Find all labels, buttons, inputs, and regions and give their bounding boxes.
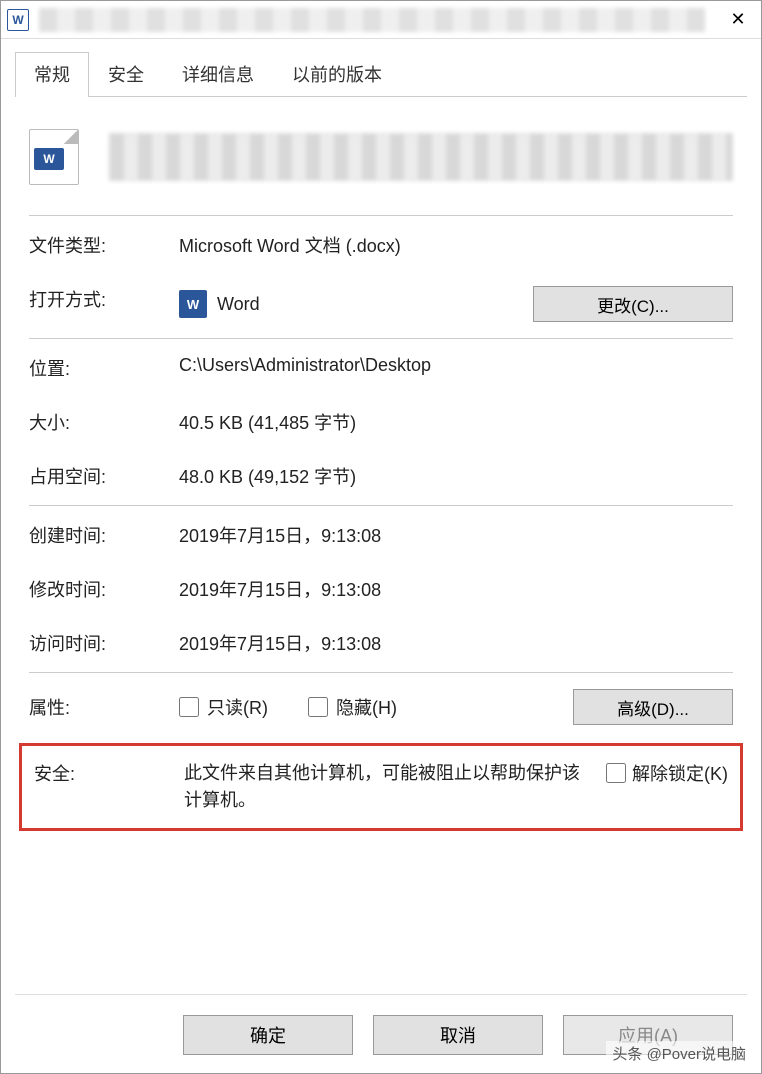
client-area: 常规 安全 详细信息 以前的版本 W 文件类型: Microsoft Word … bbox=[1, 39, 761, 1073]
accessed-value: 2019年7月15日，9:13:08 bbox=[179, 630, 733, 656]
open-with-label: 打开方式: bbox=[29, 286, 179, 312]
filename-field-redacted[interactable] bbox=[109, 133, 733, 181]
cancel-button[interactable]: 取消 bbox=[373, 1015, 543, 1055]
file-header-row: W bbox=[29, 115, 733, 213]
location-row: 位置: C:\Users\Administrator\Desktop bbox=[29, 341, 733, 395]
readonly-checkbox-input[interactable] bbox=[179, 697, 199, 717]
document-icon: W bbox=[29, 129, 79, 185]
file-type-value: Microsoft Word 文档 (.docx) bbox=[179, 232, 733, 258]
unblock-checkbox[interactable]: 解除锁定(K) bbox=[606, 760, 728, 786]
security-highlight-box: 安全: 此文件来自其他计算机，可能被阻止以帮助保护该计算机。 解除锁定(K) bbox=[19, 743, 743, 831]
security-message: 此文件来自其他计算机，可能被阻止以帮助保护该计算机。 bbox=[184, 760, 606, 814]
advanced-button[interactable]: 高级(D)... bbox=[573, 689, 733, 725]
divider bbox=[29, 215, 733, 216]
divider bbox=[29, 505, 733, 506]
ok-button[interactable]: 确定 bbox=[183, 1015, 353, 1055]
hidden-checkbox-input[interactable] bbox=[308, 697, 328, 717]
disk-size-value: 48.0 KB (49,152 字节) bbox=[179, 463, 733, 489]
tab-security[interactable]: 安全 bbox=[89, 52, 163, 97]
tab-details[interactable]: 详细信息 bbox=[163, 52, 273, 97]
location-label: 位置: bbox=[29, 355, 179, 381]
modified-row: 修改时间: 2019年7月15日，9:13:08 bbox=[29, 562, 733, 616]
accessed-row: 访问时间: 2019年7月15日，9:13:08 bbox=[29, 616, 733, 670]
tab-general[interactable]: 常规 bbox=[15, 52, 89, 97]
attributes-row: 属性: 只读(R) 隐藏(H) 高级(D)... bbox=[29, 675, 733, 739]
accessed-label: 访问时间: bbox=[29, 630, 179, 656]
file-type-row: 文件类型: Microsoft Word 文档 (.docx) bbox=[29, 218, 733, 272]
disk-size-label: 占用空间: bbox=[29, 463, 179, 489]
hidden-checkbox[interactable]: 隐藏(H) bbox=[308, 694, 397, 720]
disk-size-row: 占用空间: 48.0 KB (49,152 字节) bbox=[29, 449, 733, 503]
attributes-label: 属性: bbox=[29, 694, 179, 720]
divider bbox=[29, 672, 733, 673]
size-row: 大小: 40.5 KB (41,485 字节) bbox=[29, 395, 733, 449]
close-button[interactable]: ✕ bbox=[715, 1, 761, 38]
watermark-text: 头条 @Pover说电脑 bbox=[606, 1041, 752, 1066]
size-value: 40.5 KB (41,485 字节) bbox=[179, 409, 733, 435]
created-label: 创建时间: bbox=[29, 522, 179, 548]
word-badge-icon: W bbox=[34, 148, 64, 170]
properties-dialog: W ✕ 常规 安全 详细信息 以前的版本 W 文件类型: Microsoft W… bbox=[0, 0, 762, 1074]
tab-previous-versions[interactable]: 以前的版本 bbox=[273, 52, 401, 97]
tab-strip: 常规 安全 详细信息 以前的版本 bbox=[15, 51, 747, 97]
location-value: C:\Users\Administrator\Desktop bbox=[179, 355, 733, 376]
security-label: 安全: bbox=[34, 760, 184, 786]
title-text-redacted bbox=[39, 8, 705, 32]
readonly-checkbox-label: 只读(R) bbox=[207, 694, 268, 720]
open-with-row: 打开方式: W Word 更改(C)... bbox=[29, 272, 733, 336]
general-panel: W 文件类型: Microsoft Word 文档 (.docx) 打开方式: … bbox=[15, 97, 747, 994]
open-with-value: Word bbox=[217, 294, 260, 315]
modified-value: 2019年7月15日，9:13:08 bbox=[179, 576, 733, 602]
size-label: 大小: bbox=[29, 409, 179, 435]
word-app-icon: W bbox=[179, 290, 207, 318]
change-button[interactable]: 更改(C)... bbox=[533, 286, 733, 322]
created-row: 创建时间: 2019年7月15日，9:13:08 bbox=[29, 508, 733, 562]
modified-label: 修改时间: bbox=[29, 576, 179, 602]
titlebar: W ✕ bbox=[1, 1, 761, 39]
file-type-label: 文件类型: bbox=[29, 232, 179, 258]
created-value: 2019年7月15日，9:13:08 bbox=[179, 522, 733, 548]
word-file-icon: W bbox=[7, 9, 29, 31]
unblock-checkbox-input[interactable] bbox=[606, 763, 626, 783]
readonly-checkbox[interactable]: 只读(R) bbox=[179, 694, 268, 720]
hidden-checkbox-label: 隐藏(H) bbox=[336, 694, 397, 720]
divider bbox=[29, 338, 733, 339]
unblock-checkbox-label: 解除锁定(K) bbox=[632, 760, 728, 786]
